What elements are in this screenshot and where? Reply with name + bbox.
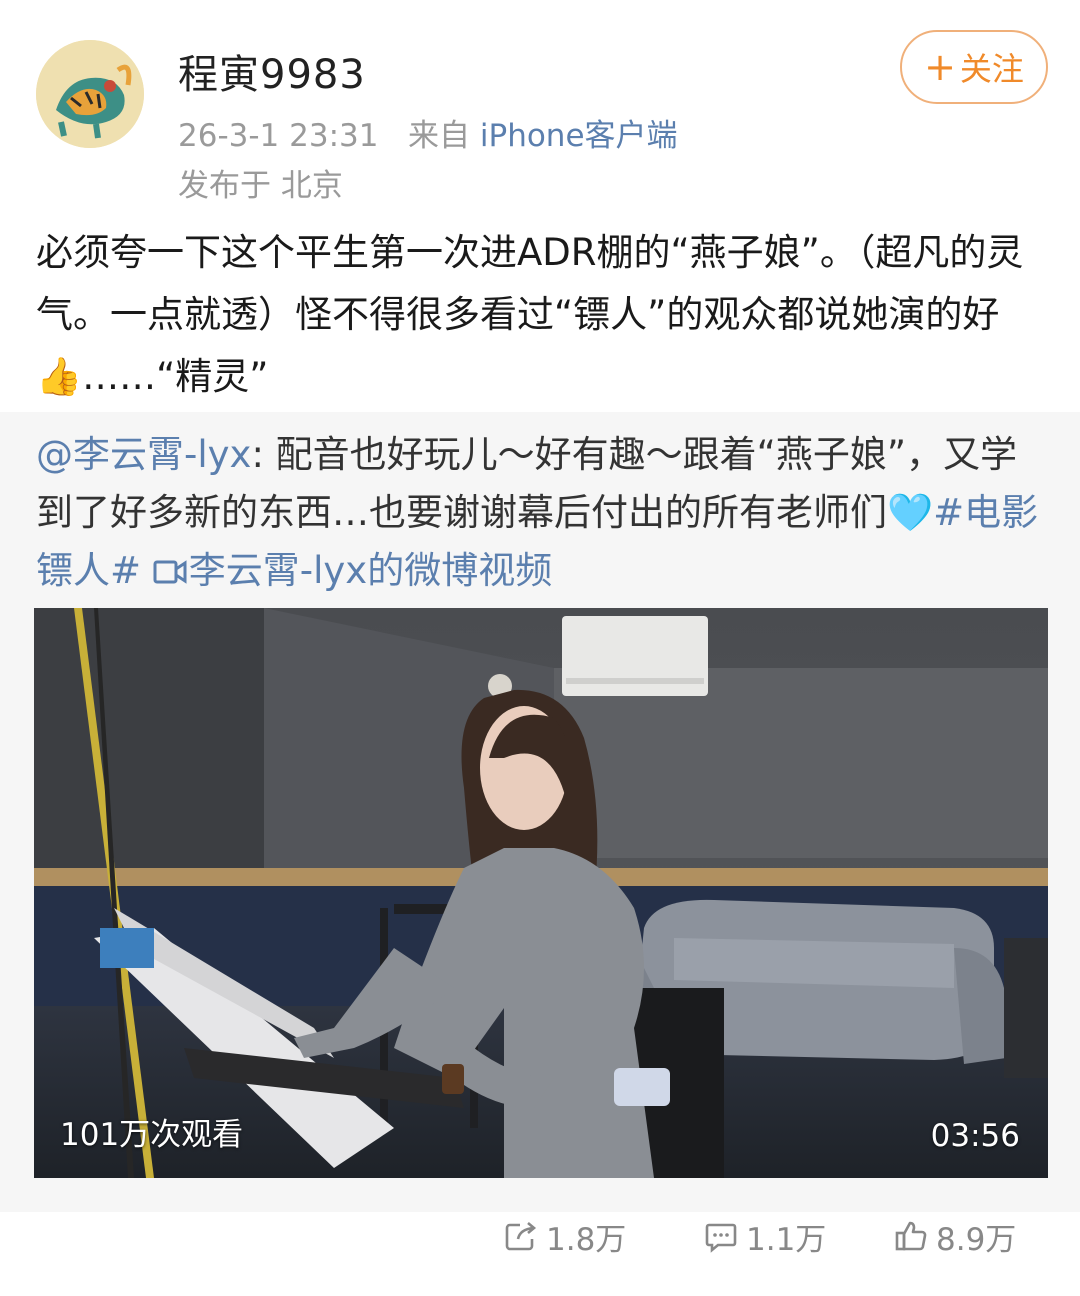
post-text: 必须夸一下这个平生第一次进ADR棚的“燕子娘”。（超凡的灵气。一点就透）怪不得很… [36, 231, 1024, 336]
post-header: 程寅9983 26-3-1 23:31 来自 iPhone客户端 发布于 北京 … [0, 0, 1080, 215]
like-button[interactable]: 8.9万 [894, 1206, 1016, 1266]
source-prefix: 来自 [408, 118, 471, 154]
video-link-label: 李云霄-lyx的微博视频 [188, 549, 553, 592]
repost-icon [505, 1222, 537, 1251]
plus-icon: + [924, 45, 956, 89]
thumbs-up-icon [895, 1221, 927, 1251]
client-source[interactable]: iPhone客户端 [480, 118, 678, 154]
comment-icon [705, 1223, 737, 1253]
video-duration: 03:56 [930, 1118, 1020, 1154]
action-bar: 1.8万 1.1万 8.9万 [0, 1206, 1080, 1266]
video-frame [34, 608, 1048, 1178]
follow-label: 关注 [959, 50, 1024, 88]
post-text-tail: ……“精灵” [82, 355, 269, 398]
username[interactable]: 程寅9983 [178, 42, 366, 100]
mention-link[interactable]: @李云霄-lyx [36, 433, 251, 476]
avatar[interactable] [36, 40, 144, 148]
comment-count: 1.1万 [746, 1221, 827, 1258]
follow-button[interactable]: + 关注 [900, 30, 1048, 104]
like-count: 8.9万 [936, 1221, 1017, 1258]
thumbs-up-emoji: 👍 [36, 355, 83, 398]
repost-body: @李云霄-lyx: 配音也好玩儿～好有趣～跟着“燕子娘”，又学到了好多新的东西…… [36, 426, 1048, 600]
timestamp: 26-3-1 23:31 [178, 118, 379, 154]
comment-button[interactable]: 1.1万 [704, 1206, 826, 1266]
video-link[interactable]: 李云霄-lyx的微博视频 [153, 549, 552, 592]
repost-button[interactable]: 1.8万 [504, 1206, 626, 1266]
video-player[interactable]: 101万次观看 03:56 [34, 608, 1048, 1178]
blue-heart-emoji: 🩵 [887, 491, 934, 534]
reposted-card[interactable]: @李云霄-lyx: 配音也好玩儿～好有趣～跟着“燕子娘”，又学到了好多新的东西…… [0, 412, 1080, 1212]
post-body: 必须夸一下这个平生第一次进ADR棚的“燕子娘”。（超凡的灵气。一点就透）怪不得很… [36, 222, 1048, 408]
view-count: 101万次观看 [60, 1117, 244, 1153]
video-icon [153, 560, 187, 584]
repost-count: 1.8万 [546, 1221, 627, 1258]
location: 发布于 北京 [178, 168, 343, 204]
post-meta: 26-3-1 23:31 来自 iPhone客户端 [178, 110, 678, 155]
